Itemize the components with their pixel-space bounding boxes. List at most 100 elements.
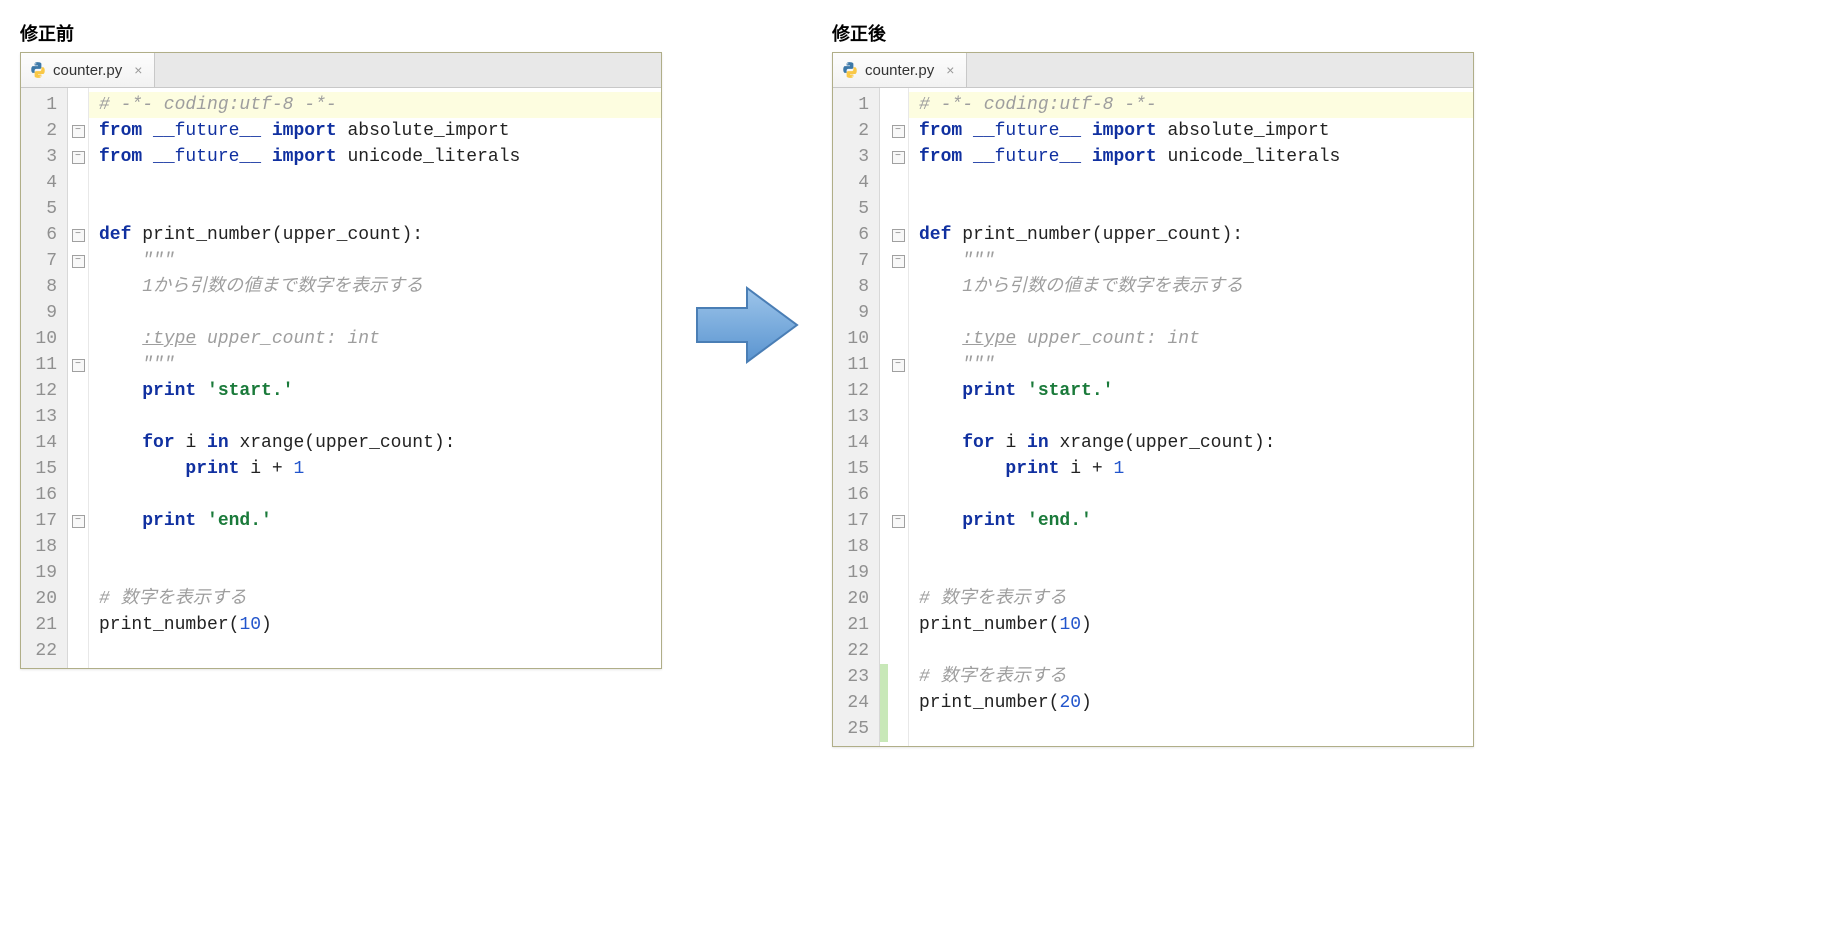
code-line[interactable] [99,560,651,586]
diff-marker [880,430,888,456]
code-line[interactable]: # 数字を表示する [99,586,651,612]
code-line[interactable]: # 数字を表示する [919,586,1463,612]
code-line[interactable] [99,170,651,196]
fold-marker [888,716,908,742]
fold-marker[interactable]: − [68,222,88,248]
fold-marker[interactable]: − [68,248,88,274]
code-line[interactable]: """ [99,352,651,378]
code-line[interactable]: print 'start.' [919,378,1463,404]
fold-marker [888,586,908,612]
code-line[interactable] [99,300,651,326]
code-line[interactable] [919,534,1463,560]
code-content[interactable]: # -*- coding:utf-8 -*-from __future__ im… [89,88,661,668]
line-number: 19 [837,560,869,586]
code-line[interactable] [99,534,651,560]
python-icon [29,61,47,79]
tab-bar: counter.py × [833,53,1473,88]
line-number: 13 [837,404,869,430]
fold-column[interactable]: −−−−−− [68,88,89,668]
code-area-after[interactable]: 1234567891011121314151617181920212223242… [833,88,1473,746]
line-number: 15 [837,456,869,482]
arrow-icon [682,20,812,370]
code-line[interactable]: # -*- coding:utf-8 -*- [909,92,1473,118]
code-line[interactable]: def print_number(upper_count): [919,222,1463,248]
diff-marker [880,248,888,274]
code-line[interactable] [99,482,651,508]
line-number: 9 [837,300,869,326]
code-line[interactable]: :type upper_count: int [99,326,651,352]
code-line[interactable] [919,638,1463,664]
code-line[interactable]: print 'end.' [919,508,1463,534]
line-number: 13 [25,404,57,430]
fold-marker[interactable]: − [68,352,88,378]
fold-marker [68,482,88,508]
code-line[interactable] [919,300,1463,326]
code-content[interactable]: # -*- coding:utf-8 -*-from __future__ im… [909,88,1473,746]
code-line[interactable]: :type upper_count: int [919,326,1463,352]
close-icon[interactable]: × [946,62,954,78]
code-line[interactable]: 1から引数の値まで数字を表示する [99,274,651,300]
fold-marker [68,612,88,638]
diff-marker [880,690,888,716]
fold-marker[interactable]: − [888,144,908,170]
fold-marker [888,378,908,404]
fold-marker[interactable]: − [888,222,908,248]
code-line[interactable] [99,196,651,222]
code-line[interactable]: """ [919,248,1463,274]
fold-marker[interactable]: − [68,118,88,144]
fold-marker[interactable]: − [888,352,908,378]
line-number: 1 [25,92,57,118]
code-line[interactable]: 1から引数の値まで数字を表示する [919,274,1463,300]
code-line[interactable]: # -*- coding:utf-8 -*- [89,92,661,118]
code-line[interactable]: from __future__ import unicode_literals [99,144,651,170]
file-tab[interactable]: counter.py × [21,53,155,87]
fold-marker [68,404,88,430]
tab-filename: counter.py [865,62,934,79]
code-line[interactable]: """ [99,248,651,274]
fold-marker[interactable]: − [888,118,908,144]
fold-marker [888,430,908,456]
code-line[interactable]: """ [919,352,1463,378]
code-line[interactable]: print i + 1 [99,456,651,482]
code-line[interactable]: print_number(10) [919,612,1463,638]
code-area-before[interactable]: 12345678910111213141516171819202122 −−−−… [21,88,661,668]
diff-marker [880,638,888,664]
line-number: 24 [837,690,869,716]
code-line[interactable]: # 数字を表示する [919,664,1463,690]
code-line[interactable] [919,170,1463,196]
diff-marker [880,560,888,586]
fold-marker[interactable]: − [68,144,88,170]
line-number: 17 [837,508,869,534]
code-line[interactable] [919,196,1463,222]
code-line[interactable]: for i in xrange(upper_count): [919,430,1463,456]
close-icon[interactable]: × [134,62,142,78]
code-line[interactable]: print_number(10) [99,612,651,638]
diff-marker [880,378,888,404]
fold-marker[interactable]: − [888,248,908,274]
fold-marker [68,430,88,456]
code-line[interactable] [919,482,1463,508]
code-line[interactable] [919,404,1463,430]
editor-before: counter.py × 123456789101112131415161718… [20,52,662,669]
code-line[interactable]: for i in xrange(upper_count): [99,430,651,456]
code-line[interactable] [919,716,1463,742]
code-line[interactable]: print i + 1 [919,456,1463,482]
file-tab[interactable]: counter.py × [833,53,967,87]
line-number: 4 [25,170,57,196]
line-number: 6 [25,222,57,248]
code-line[interactable]: from __future__ import absolute_import [99,118,651,144]
fold-marker[interactable]: − [68,508,88,534]
fold-marker[interactable]: − [888,508,908,534]
code-line[interactable]: from __future__ import unicode_literals [919,144,1463,170]
code-line[interactable]: def print_number(upper_count): [99,222,651,248]
code-line[interactable] [919,560,1463,586]
line-number: 19 [25,560,57,586]
code-line[interactable]: print 'end.' [99,508,651,534]
fold-column[interactable]: −−−−−− [888,88,909,746]
code-line[interactable]: from __future__ import absolute_import [919,118,1463,144]
code-line[interactable] [99,404,651,430]
code-line[interactable]: print_number(20) [919,690,1463,716]
line-number: 23 [837,664,869,690]
code-line[interactable]: print 'start.' [99,378,651,404]
code-line[interactable] [99,638,651,664]
